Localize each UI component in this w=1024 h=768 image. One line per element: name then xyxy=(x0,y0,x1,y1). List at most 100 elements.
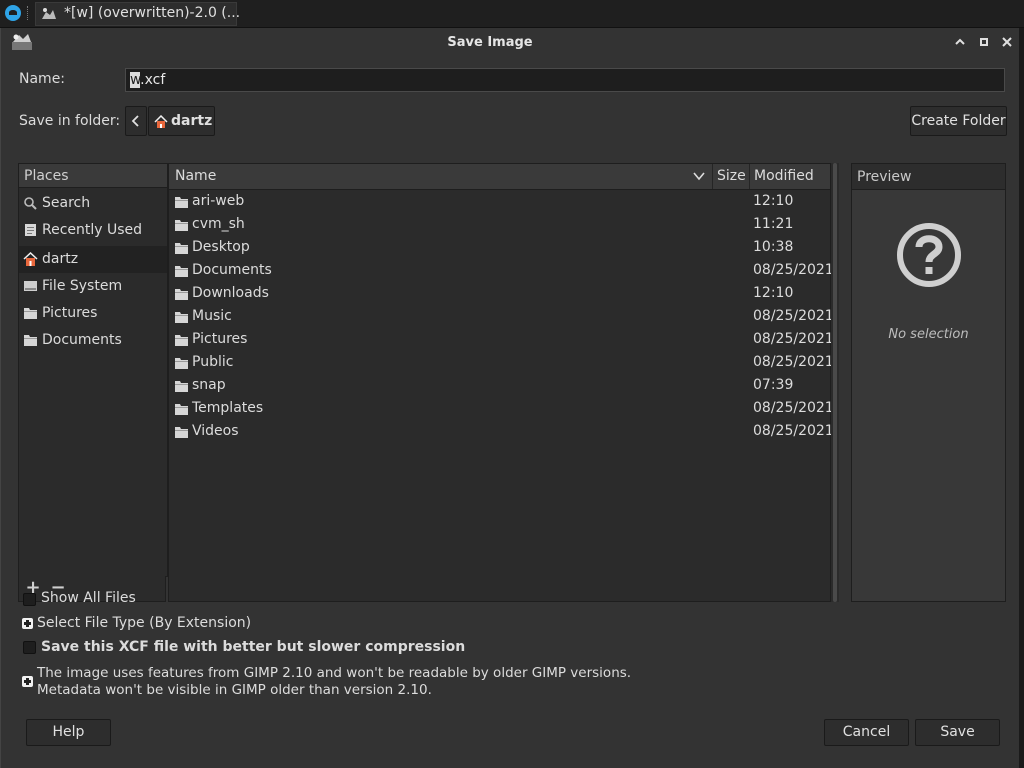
places-header: Places xyxy=(19,164,167,188)
file-row-videos[interactable]: Videos 08/25/2021 xyxy=(169,421,834,444)
file-row-documents[interactable]: Documents 08/25/2021 xyxy=(169,260,834,283)
taskbar-separator xyxy=(27,6,32,20)
path-button-label: dartz xyxy=(171,113,213,129)
sort-chevron-down-icon[interactable] xyxy=(693,172,705,181)
folder-icon xyxy=(24,335,37,346)
file-row-snap[interactable]: snap 07:39 xyxy=(169,375,830,398)
taskbar-task-title: *[w] (overwritten)-2.0 (... xyxy=(64,5,241,21)
folder-icon xyxy=(175,427,188,438)
name-label: Name: xyxy=(19,71,66,87)
places-item-label: Recently Used xyxy=(42,222,143,238)
places-item-pictures[interactable]: Pictures xyxy=(19,300,167,327)
places-item-recently-used[interactable]: Recently Used xyxy=(19,217,167,244)
column-divider[interactable] xyxy=(712,164,713,189)
places-item-file-system[interactable]: File System xyxy=(19,273,167,300)
show-all-files-label[interactable]: Show All Files xyxy=(41,590,136,606)
column-size-header[interactable]: Size xyxy=(717,164,746,189)
file-name: Documents xyxy=(192,262,272,278)
places-item-documents[interactable]: Documents xyxy=(19,327,167,354)
file-row-ari-web[interactable]: ari-web 12:10 xyxy=(169,191,830,214)
background-window-edge xyxy=(1019,28,1024,768)
file-name: Templates xyxy=(192,400,264,416)
help-button[interactable]: Help xyxy=(26,719,111,746)
minimize-icon[interactable] xyxy=(952,34,968,50)
file-row-downloads[interactable]: Downloads 12:10 xyxy=(169,283,830,306)
maximize-icon[interactable] xyxy=(976,34,992,50)
places-item-dartz[interactable]: dartz xyxy=(19,246,167,273)
file-name: Pictures xyxy=(192,331,248,347)
file-name: ari-web xyxy=(192,193,245,209)
compat-info-line1: The image uses features from GIMP 2.10 a… xyxy=(37,665,632,681)
window-titlebar[interactable]: Save Image xyxy=(1,28,1019,58)
folder-icon xyxy=(175,289,188,300)
file-row-pictures[interactable]: Pictures 08/25/2021 xyxy=(169,329,834,352)
column-divider[interactable] xyxy=(749,164,750,189)
preview-pane: Preview No selection xyxy=(851,163,1006,602)
file-name: snap xyxy=(192,377,226,393)
recent-icon xyxy=(25,224,36,236)
no-selection-text: No selection xyxy=(888,327,969,342)
save-button[interactable]: Save xyxy=(915,719,1000,746)
better-compression-label[interactable]: Save this XCF file with better but slowe… xyxy=(41,639,465,655)
places-item-label: Search xyxy=(42,195,91,211)
column-name-header[interactable]: Name xyxy=(175,164,216,189)
file-name: cvm_sh xyxy=(192,216,245,232)
file-modified: 12:10 xyxy=(753,285,794,301)
gimp-icon xyxy=(42,8,56,19)
drive-icon xyxy=(24,281,37,291)
path-button-dartz[interactable]: dartz xyxy=(148,106,215,136)
file-name: Public xyxy=(192,354,234,370)
file-row-desktop[interactable]: Desktop 10:38 xyxy=(169,237,830,260)
file-name: Downloads xyxy=(192,285,269,301)
folder-icon xyxy=(175,335,188,346)
folder-icon xyxy=(175,312,188,323)
start-menu-icon[interactable] xyxy=(5,5,21,21)
create-folder-button[interactable]: Create Folder xyxy=(910,106,1007,136)
filename-rest-text: .xcf xyxy=(140,72,166,88)
folder-icon xyxy=(175,243,188,254)
folder-icon xyxy=(175,220,188,231)
file-modified: 08/25/2021 xyxy=(753,354,834,370)
filename-input[interactable]: w.xcf xyxy=(125,68,1005,92)
scrollbar-thumb[interactable] xyxy=(833,163,837,602)
file-list-header: Name Size Modified xyxy=(169,164,830,190)
question-mark-icon xyxy=(897,223,961,287)
select-file-type-expander[interactable]: Select File Type (By Extension) xyxy=(37,615,251,631)
file-modified: 08/25/2021 xyxy=(753,423,834,439)
places-item-label: Documents xyxy=(42,332,122,348)
places-item-label: dartz xyxy=(42,251,79,267)
places-item-label: Pictures xyxy=(42,305,98,321)
expand-file-type-icon[interactable] xyxy=(22,618,33,629)
preview-header: Preview xyxy=(852,164,1005,190)
folder-icon xyxy=(175,404,188,415)
file-modified: 08/25/2021 xyxy=(753,400,834,416)
taskbar-task-gimp[interactable]: *[w] (overwritten)-2.0 (... xyxy=(35,2,241,26)
places-item-search[interactable]: Search xyxy=(19,190,167,217)
file-row-music[interactable]: Music 08/25/2021 xyxy=(169,306,834,329)
path-back-button[interactable] xyxy=(125,106,147,136)
close-icon[interactable] xyxy=(999,34,1015,50)
file-modified: 07:39 xyxy=(753,377,794,393)
file-row-templates[interactable]: Templates 08/25/2021 xyxy=(169,398,834,421)
column-modified-header[interactable]: Modified xyxy=(754,164,814,189)
file-modified: 08/25/2021 xyxy=(753,262,834,278)
save-image-dialog: Save Image Name: w.xcf Save in folder: d… xyxy=(0,28,1019,768)
folder-icon xyxy=(175,266,188,277)
file-list: Name Size Modified ari-web 12:10 cvm_sh 11:… xyxy=(168,163,834,602)
compat-info-line2: Metadata won't be visible in GIMP older … xyxy=(37,682,432,698)
places-item-label: File System xyxy=(42,278,123,294)
file-row-cvm_sh[interactable]: cvm_sh 11:21 xyxy=(169,214,830,237)
file-modified: 08/25/2021 xyxy=(753,331,834,347)
file-row-public[interactable]: Public 08/25/2021 xyxy=(169,352,834,375)
expand-compat-info-icon[interactable] xyxy=(22,676,33,687)
taskbar: *[w] (overwritten)-2.0 (... xyxy=(0,0,1024,28)
file-name: Desktop xyxy=(192,239,250,255)
cancel-button[interactable]: Cancel xyxy=(824,719,909,746)
better-compression-checkbox[interactable] xyxy=(23,641,36,654)
file-modified: 12:10 xyxy=(753,193,794,209)
folder-icon xyxy=(175,381,188,392)
show-all-files-checkbox[interactable] xyxy=(23,593,36,606)
file-name: Videos xyxy=(192,423,239,439)
folder-icon xyxy=(175,358,188,369)
folder-icon xyxy=(24,308,37,319)
